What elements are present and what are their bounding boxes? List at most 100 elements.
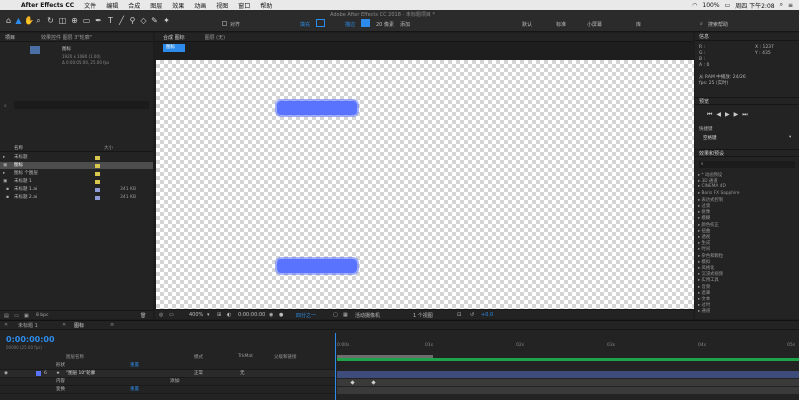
work-area-green-bar[interactable]: [337, 358, 799, 361]
effects-category[interactable]: ▸ 遮罩: [698, 290, 710, 296]
home-icon[interactable]: ⌂: [4, 15, 13, 27]
list-item[interactable]: ▸ 图标 个图层: [0, 170, 153, 177]
effects-category[interactable]: ▸ 文本: [698, 296, 710, 302]
effects-category[interactable]: ▸ 过渡: [698, 203, 710, 209]
menu-composition[interactable]: 合成: [123, 1, 145, 10]
snapshot-icon[interactable]: ◉: [269, 312, 273, 318]
zoom-level[interactable]: 400%: [189, 312, 203, 318]
fill-label[interactable]: 填充: [300, 21, 310, 28]
exposure-value[interactable]: +0.0: [481, 312, 493, 318]
stroke-label[interactable]: 描边: [345, 21, 355, 28]
roto-brush-tool-icon[interactable]: ✎: [150, 15, 159, 27]
delete-icon[interactable]: 🗑: [140, 313, 146, 319]
layer-row[interactable]: 内容 添加:: [0, 378, 335, 386]
menu-edit[interactable]: 编辑: [101, 1, 123, 10]
col-mode[interactable]: 模式: [194, 354, 203, 362]
comp-breadcrumb[interactable]: 图标: [163, 44, 185, 52]
puppet-tool-icon[interactable]: ✦: [162, 15, 171, 27]
new-composition-icon[interactable]: ▣: [24, 313, 29, 319]
shortcut-select[interactable]: 空格键: [703, 135, 717, 141]
menu-help[interactable]: 帮助: [255, 1, 277, 10]
tab-comp-untitled[interactable]: 未标题 1: [18, 322, 38, 329]
list-item[interactable]: ▣ 未标题 1: [0, 178, 153, 185]
grid-icon[interactable]: ⊞: [217, 312, 221, 318]
blue-pill-shape-top[interactable]: [277, 101, 357, 115]
col-parent[interactable]: 父级和链接: [274, 354, 297, 362]
resolution[interactable]: 四分之一: [296, 312, 316, 319]
rectangle-tool-icon[interactable]: ▭: [82, 15, 91, 27]
eye-icon[interactable]: ◉: [4, 370, 8, 378]
effects-category[interactable]: ▸ 时间: [698, 246, 710, 252]
bpc-button[interactable]: 8 bpc: [36, 313, 48, 318]
project-search-input[interactable]: [14, 101, 149, 109]
close-icon[interactable]: ✕: [62, 322, 66, 328]
always-preview-icon[interactable]: ◎: [159, 312, 163, 318]
battery-icon[interactable]: ▭: [725, 2, 731, 9]
view-layout[interactable]: 1 个视图: [413, 312, 433, 319]
effects-search-input[interactable]: [699, 161, 795, 168]
effects-presets-header[interactable]: 效果和预设: [695, 149, 799, 157]
transparency-grid-icon[interactable]: ▦: [343, 312, 348, 318]
camera-tool-icon[interactable]: ◫: [58, 15, 67, 27]
effects-category[interactable]: ▸ 表达式控制: [698, 197, 723, 203]
new-folder-icon[interactable]: ▭: [14, 313, 19, 319]
info-panel-header[interactable]: 信息: [695, 33, 799, 41]
effects-category[interactable]: ▸ 生成: [698, 240, 710, 246]
wifi-icon[interactable]: ◠: [692, 2, 697, 9]
battery-percent[interactable]: 100%: [702, 2, 719, 9]
eraser-tool-icon[interactable]: ◇: [139, 15, 148, 27]
menu-icon[interactable]: ≡: [110, 322, 114, 328]
menu-layer[interactable]: 图层: [145, 1, 167, 10]
mask-icon[interactable]: ◐: [227, 312, 231, 318]
search-icon[interactable]: ⌕: [780, 1, 783, 9]
effects-category[interactable]: ▸ 通道: [698, 308, 710, 314]
menu-window[interactable]: 窗口: [233, 1, 255, 10]
tab-comp-icon[interactable]: 图标: [74, 322, 84, 329]
effects-category[interactable]: ▸ 颜色校正: [698, 222, 719, 228]
timeline-timecode[interactable]: 0:00:00:00: [6, 335, 55, 344]
project-search-icon[interactable]: ⌕: [4, 103, 7, 109]
menu-list-icon[interactable]: ≡: [788, 2, 793, 9]
effects-category[interactable]: ▸ 过时: [698, 302, 710, 308]
zoom-tool-icon[interactable]: ⌕: [34, 15, 43, 27]
hand-tool-icon[interactable]: ✋: [24, 15, 34, 27]
clock[interactable]: 周四 下午2:08: [735, 1, 774, 10]
col-name[interactable]: 名称: [14, 145, 23, 152]
fill-swatch[interactable]: [316, 19, 325, 27]
search-help[interactable]: 搜索帮助: [708, 21, 728, 28]
menu-animation[interactable]: 动画: [189, 1, 211, 10]
composition-canvas[interactable]: [156, 60, 694, 309]
blue-pill-shape-bottom[interactable]: [277, 259, 357, 273]
active-camera[interactable]: 活动摄像机: [355, 312, 380, 319]
clone-stamp-tool-icon[interactable]: ⚲: [128, 15, 137, 27]
close-icon[interactable]: ✕: [4, 322, 8, 328]
snap-checkbox[interactable]: [222, 21, 227, 26]
effects-category[interactable]: ▸ 抠像: [698, 209, 710, 215]
workspace-standard[interactable]: 标准: [556, 21, 566, 28]
chevron-down-icon[interactable]: ▾: [207, 312, 210, 318]
list-item-selected[interactable]: ▣ 图标: [0, 162, 153, 169]
type-tool-icon[interactable]: T: [106, 15, 115, 27]
color-icon[interactable]: ●: [279, 312, 283, 318]
search-help-icon[interactable]: ⌕: [700, 21, 703, 27]
effects-category[interactable]: ▸ 透视: [698, 234, 710, 240]
menu-app[interactable]: After Effects CC: [16, 2, 79, 9]
pan-behind-tool-icon[interactable]: ⊕: [70, 15, 79, 27]
effects-category[interactable]: ▸ 杂色和颗粒: [698, 253, 723, 259]
effects-category[interactable]: ▸ CINEMA 4D: [698, 184, 726, 189]
list-item[interactable]: ▸ 未标题: [0, 154, 153, 161]
effects-category[interactable]: ▸ 音频: [698, 284, 710, 290]
region-icon[interactable]: ▢: [333, 312, 338, 318]
effects-category[interactable]: ▸ 模拟: [698, 259, 710, 265]
tab-effect-controls[interactable]: 效果控件 图层 3"轮廓": [36, 34, 97, 41]
stroke-width[interactable]: 20 像素: [376, 21, 394, 28]
rotate-tool-icon[interactable]: ↻: [46, 15, 55, 27]
preview-panel-header[interactable]: 预览: [695, 97, 799, 105]
brush-tool-icon[interactable]: ╱: [117, 15, 126, 27]
workspace-small-screen[interactable]: 小屏幕: [587, 21, 602, 28]
playhead[interactable]: [335, 333, 336, 400]
tab-composition[interactable]: 合成 图标: [155, 34, 190, 41]
workspace-library[interactable]: 库: [636, 21, 641, 28]
effects-category[interactable]: ▸ Boris FX Sapphire: [698, 191, 740, 196]
workspace-default[interactable]: 默认: [522, 21, 532, 28]
